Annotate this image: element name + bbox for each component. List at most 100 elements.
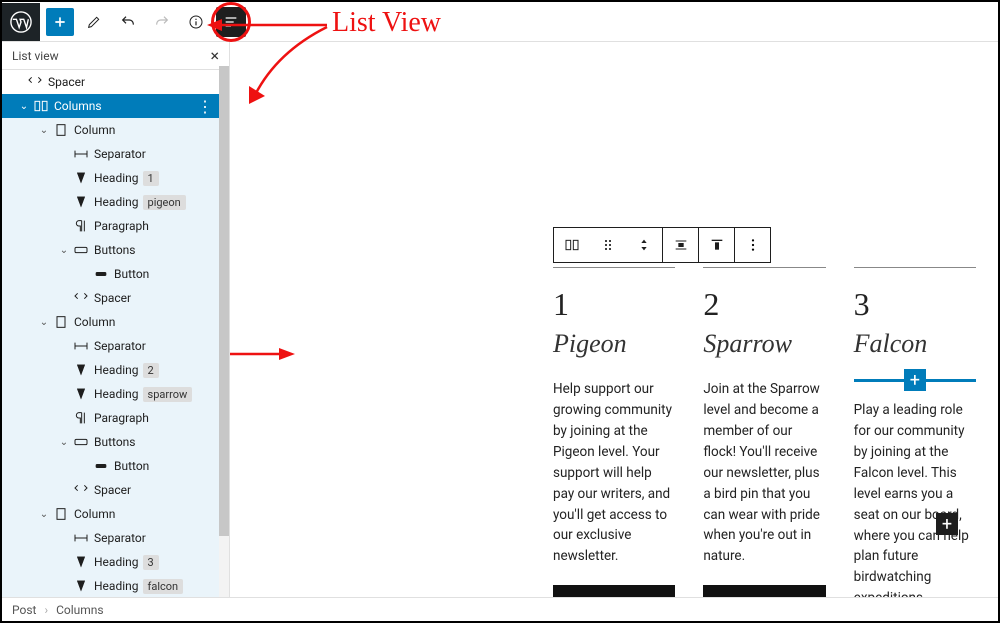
paragraph[interactable]: Help support our growing community by jo… (553, 379, 675, 567)
add-block-button[interactable] (46, 8, 74, 36)
tree-node-spacer[interactable]: Spacer (2, 70, 219, 94)
separator (553, 267, 675, 268)
paragraph[interactable]: Play a leading role for our community by… (854, 400, 976, 597)
insert-block-icon[interactable]: + (904, 369, 926, 391)
column-icon (52, 122, 70, 138)
columns-icon (32, 98, 50, 114)
price-button[interactable]: $25 (553, 585, 675, 597)
editor-canvas[interactable]: 1 Pigeon Help support our growing commun… (230, 42, 998, 597)
heading-number[interactable]: 1 (553, 286, 675, 323)
button-icon (92, 458, 110, 474)
tree-node-buttons[interactable]: ⌄ Buttons (2, 430, 219, 454)
heading-number[interactable]: 3 (854, 286, 976, 323)
buttons-block[interactable]: $25 (553, 585, 675, 597)
tree-node-heading[interactable]: Heading1 (2, 166, 219, 190)
column-2[interactable]: 2 Sparrow Join at the Sparrow level and … (703, 267, 825, 597)
info-icon[interactable] (182, 8, 210, 36)
separator-icon (72, 338, 90, 354)
tree-node-column[interactable]: ⌄ Column (2, 310, 219, 334)
valign-icon[interactable] (698, 228, 734, 262)
tree-label: Headingfalcon (90, 579, 213, 594)
tree-label: Paragraph (90, 411, 213, 425)
breadcrumb-root[interactable]: Post (12, 603, 36, 617)
button-icon (92, 266, 110, 282)
tree-node-heading[interactable]: Headingfalcon (2, 574, 219, 597)
tree-label: Separator (90, 147, 213, 161)
tree-label: Heading3 (90, 555, 213, 570)
more-icon[interactable] (734, 228, 770, 262)
add-block-floating-button[interactable]: + (936, 513, 958, 535)
disclosure-icon[interactable]: ⌄ (56, 245, 72, 256)
wordpress-logo-icon[interactable] (2, 3, 40, 41)
breadcrumb-current[interactable]: Columns (56, 603, 104, 617)
tree-label: Spacer (90, 291, 213, 305)
spacer-icon (26, 74, 44, 90)
paragraph[interactable]: Join at the Sparrow level and become a m… (703, 379, 825, 567)
list-view-panel: List view × Spacer⌄Columns⋮⌄ColumnSepara… (2, 42, 230, 597)
tree-label: Paragraph (90, 219, 213, 233)
list-view-toggle[interactable] (216, 7, 246, 37)
tree-label: Headingsparrow (90, 387, 213, 402)
tree-tag: sparrow (143, 387, 193, 402)
undo-icon[interactable] (114, 8, 142, 36)
kebab-icon[interactable]: ⋮ (197, 97, 213, 116)
tree-node-heading[interactable]: Heading2 (2, 358, 219, 382)
tree-node-columns[interactable]: ⌄Columns⋮ (2, 94, 219, 118)
tree-node-column[interactable]: ⌄Column (2, 502, 219, 526)
align-icon[interactable] (662, 228, 698, 262)
column-3[interactable]: 3 Falcon + Play a leading role for our c… (854, 267, 976, 597)
heading-name[interactable]: Sparrow (703, 329, 825, 359)
tree-node-paragraph[interactable]: Paragraph (2, 214, 219, 238)
block-toolbar (553, 227, 771, 263)
column-icon (52, 314, 70, 330)
block-tree[interactable]: Spacer⌄Columns⋮⌄ColumnSeparatorHeading1H… (2, 70, 229, 597)
tree-node-spacer[interactable]: Spacer (2, 478, 219, 502)
tree-node-heading[interactable]: Headingsparrow (2, 382, 219, 406)
columns-block[interactable]: 1 Pigeon Help support our growing commun… (553, 267, 976, 597)
move-icon[interactable] (626, 228, 662, 262)
tree-tag: 2 (143, 363, 159, 378)
tree-node-heading[interactable]: Heading3 (2, 550, 219, 574)
buttons-block[interactable]: $75 (703, 585, 825, 597)
scrollbar-thumb[interactable] (219, 66, 229, 536)
drag-handle-icon[interactable] (590, 228, 626, 262)
paragraph-icon (72, 410, 90, 426)
panel-header: List view × (2, 42, 229, 70)
edit-tool-icon[interactable] (80, 8, 108, 36)
disclosure-icon[interactable]: ⌄ (16, 101, 32, 112)
tree-tag: falcon (143, 579, 184, 594)
disclosure-icon[interactable]: ⌄ (36, 509, 52, 520)
tree-label: Buttons (90, 243, 213, 257)
heading-icon (72, 578, 90, 594)
tree-node-button[interactable]: Button (2, 454, 219, 478)
tree-node-heading[interactable]: Headingpigeon (2, 190, 219, 214)
tree-node-spacer[interactable]: Spacer (2, 286, 219, 310)
tree-label: Buttons (90, 435, 213, 449)
close-icon[interactable]: × (210, 46, 219, 65)
block-type-icon[interactable] (554, 228, 590, 262)
spacer-icon (72, 482, 90, 498)
column-1[interactable]: 1 Pigeon Help support our growing commun… (553, 267, 675, 597)
disclosure-icon[interactable]: ⌄ (36, 125, 52, 136)
disclosure-icon[interactable]: ⌄ (56, 437, 72, 448)
tree-label: Button (110, 459, 213, 473)
redo-icon[interactable] (148, 8, 176, 36)
tree-tag: 1 (143, 171, 159, 186)
heading-number[interactable]: 2 (703, 286, 825, 323)
sidebar-scrollbar[interactable] (219, 66, 229, 597)
price-button[interactable]: $75 (703, 585, 825, 597)
heading-name[interactable]: Falcon (854, 329, 976, 359)
insertion-indicator[interactable]: + (854, 379, 976, 382)
tree-node-separator[interactable]: Separator (2, 526, 219, 550)
tree-node-paragraph[interactable]: Paragraph (2, 406, 219, 430)
tree-label: Column (70, 315, 213, 329)
tree-node-buttons[interactable]: ⌄ Buttons (2, 238, 219, 262)
disclosure-icon[interactable]: ⌄ (36, 317, 52, 328)
editor-split: List view × Spacer⌄Columns⋮⌄ColumnSepara… (2, 42, 998, 597)
tree-node-button[interactable]: Button (2, 262, 219, 286)
tree-node-separator[interactable]: Separator (2, 142, 219, 166)
tree-label: Separator (90, 531, 213, 545)
tree-node-column[interactable]: ⌄Column (2, 118, 219, 142)
tree-node-separator[interactable]: Separator (2, 334, 219, 358)
heading-name[interactable]: Pigeon (553, 329, 675, 359)
